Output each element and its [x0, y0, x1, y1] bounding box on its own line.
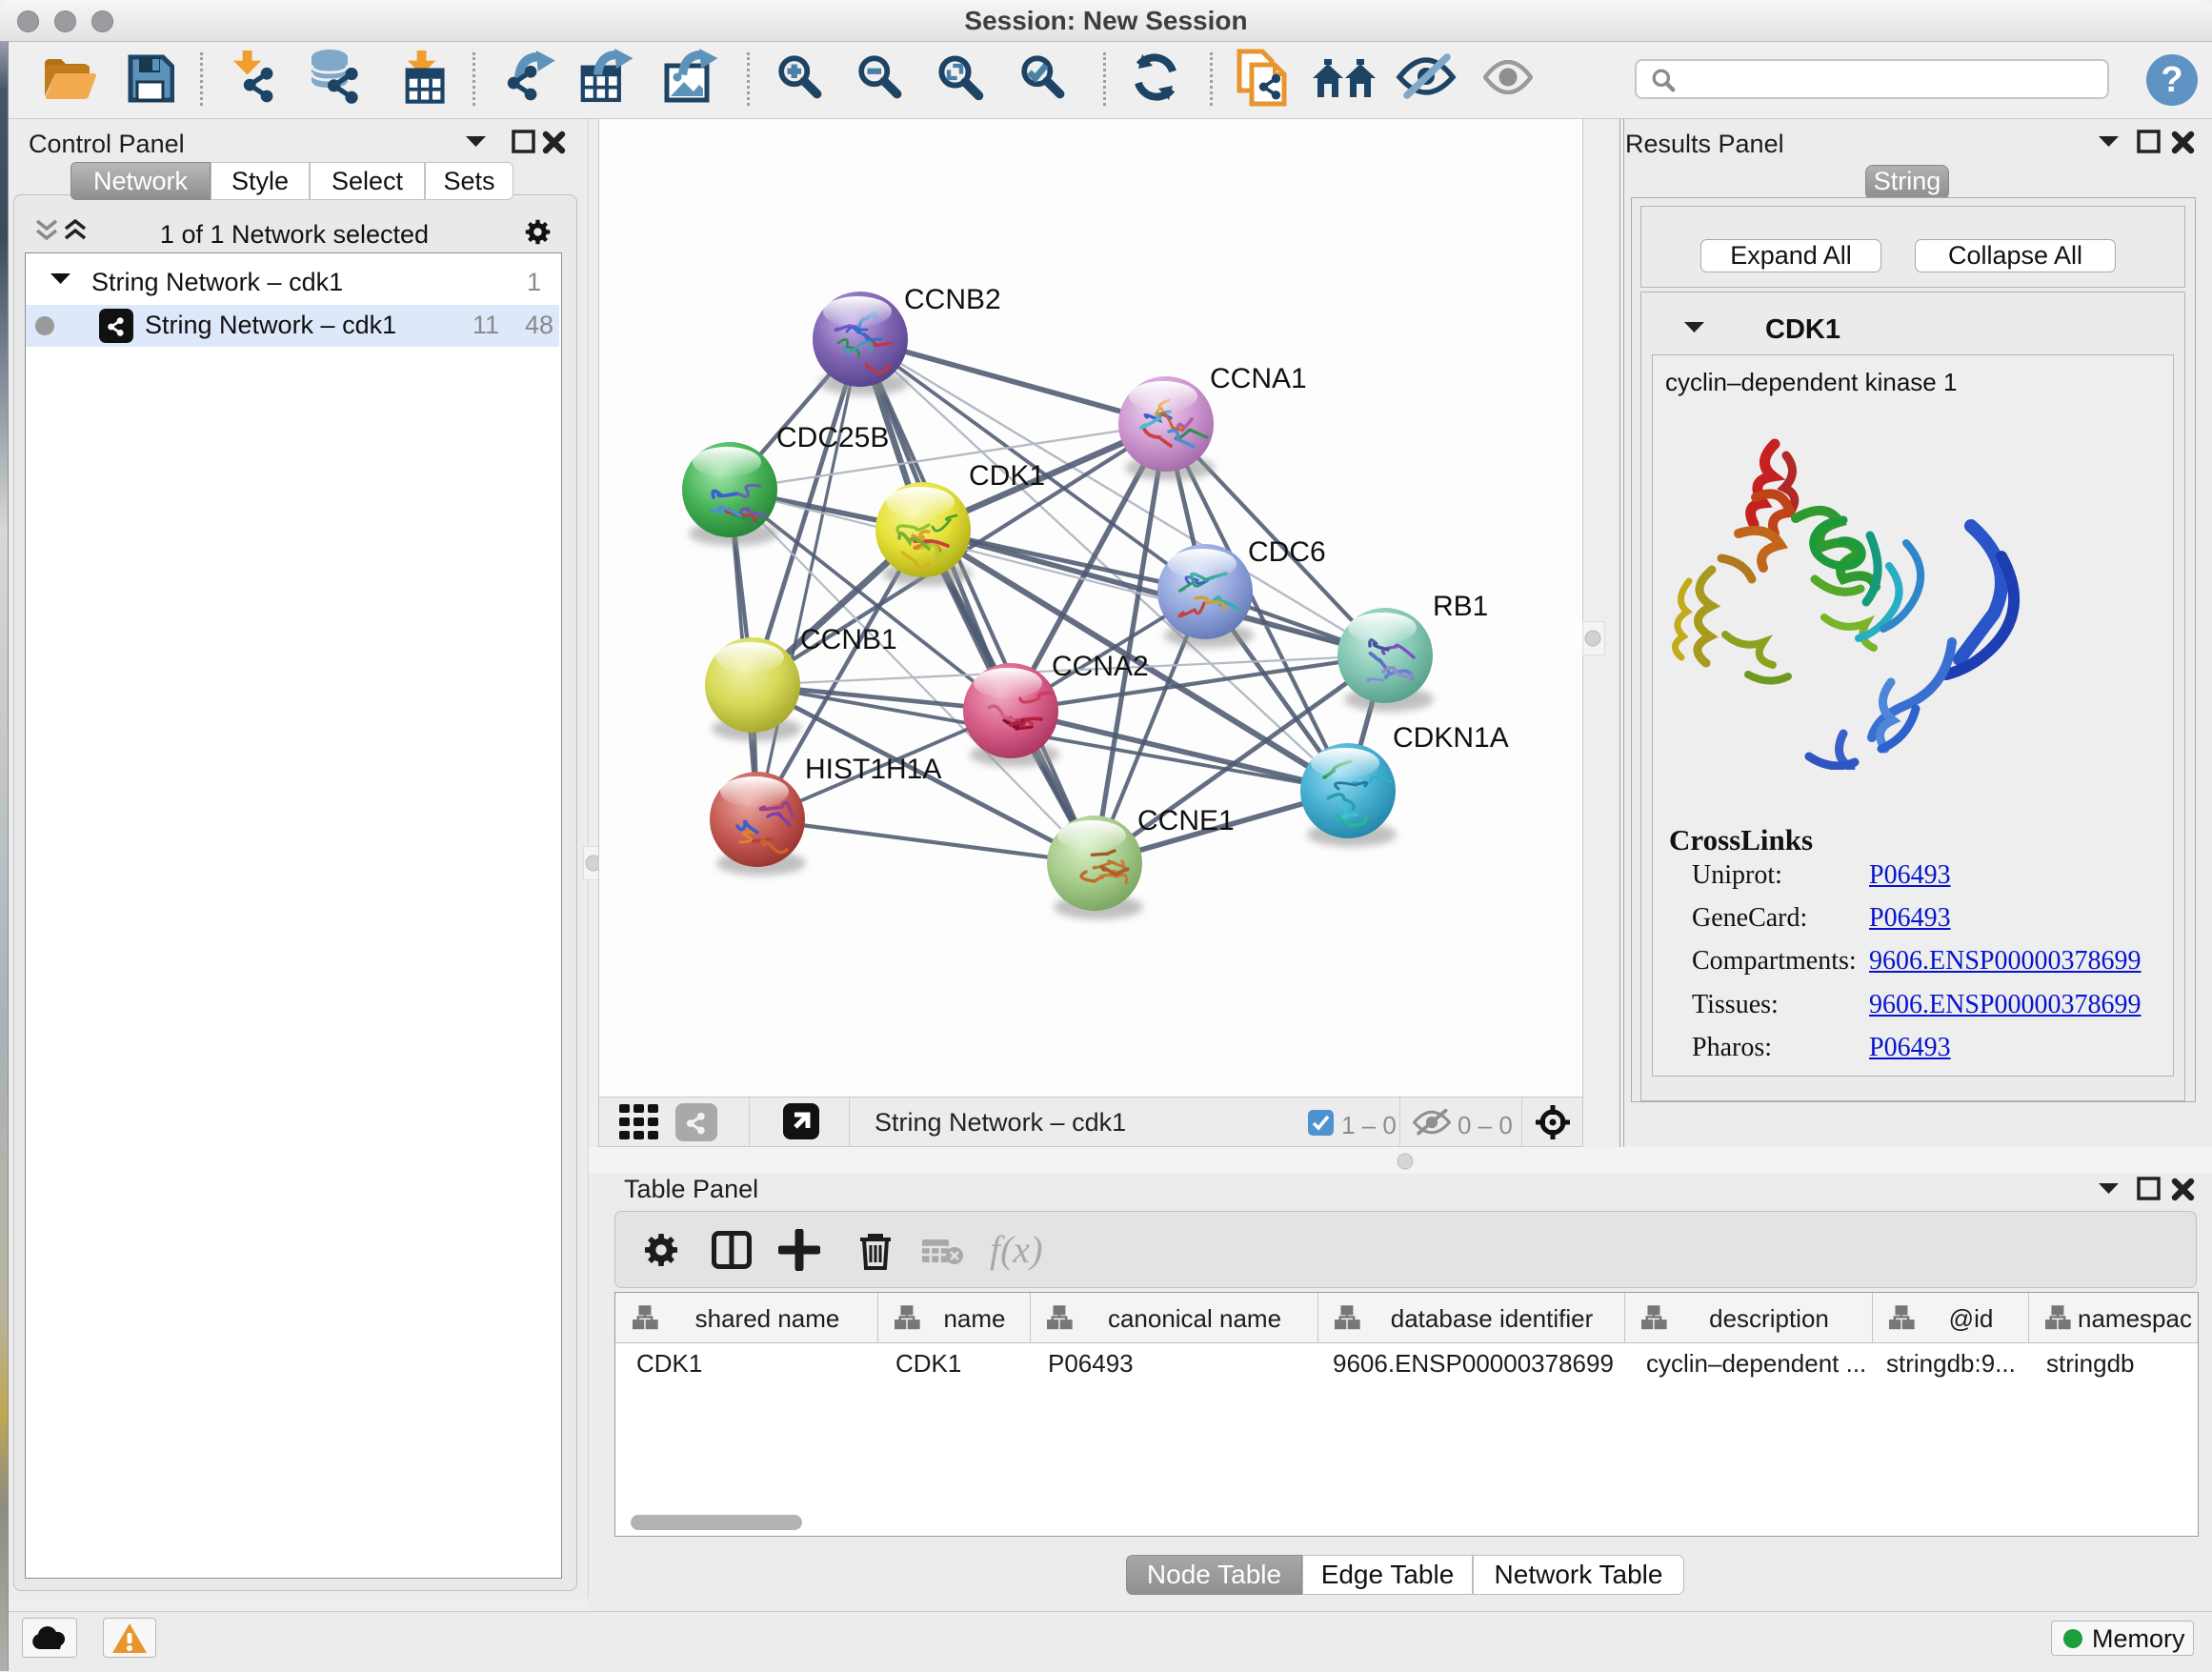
svg-text:CCNB2: CCNB2	[904, 284, 1001, 315]
svg-text:CDKN1A: CDKN1A	[1393, 722, 1509, 754]
svg-text:CDC6: CDC6	[1248, 536, 1326, 568]
svg-text:CCNE1: CCNE1	[1137, 805, 1235, 836]
svg-text:CCNA2: CCNA2	[1052, 651, 1149, 682]
svg-text:HIST1H1A: HIST1H1A	[805, 754, 941, 785]
svg-text:CCNB1: CCNB1	[800, 624, 897, 655]
svg-text:CDK1: CDK1	[969, 460, 1045, 492]
svg-text:RB1: RB1	[1433, 591, 1488, 622]
svg-text:CDC25B: CDC25B	[776, 422, 889, 453]
svg-text:CCNA1: CCNA1	[1210, 363, 1307, 394]
